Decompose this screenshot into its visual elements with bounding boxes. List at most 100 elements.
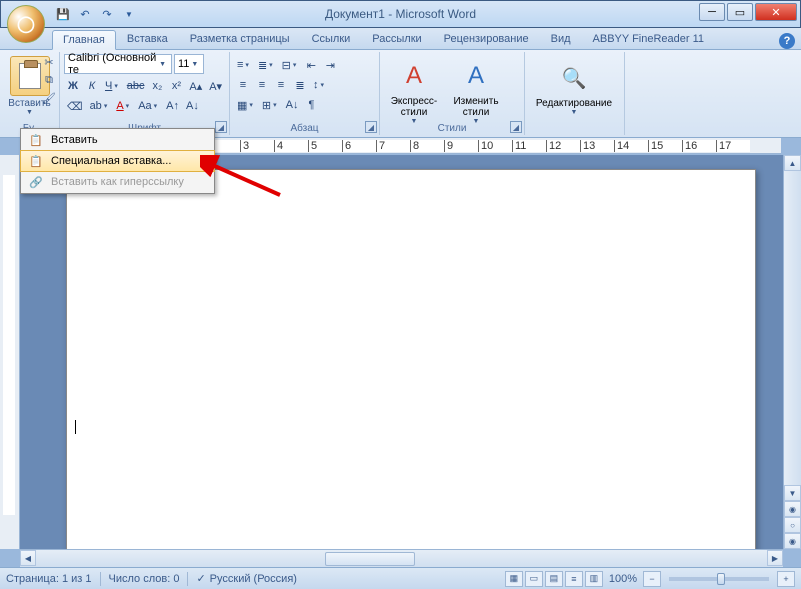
- tab-abbyy[interactable]: ABBYY FineReader 11: [582, 29, 716, 49]
- show-marks-icon[interactable]: ¶: [303, 96, 321, 114]
- group-font: Calibri (Основной те▼ 11▼ Ж К Ч▾ abc x₂ …: [60, 52, 230, 135]
- underline-button[interactable]: Ч▾: [102, 77, 123, 95]
- scroll-up-icon[interactable]: ▲: [784, 155, 801, 171]
- shrink-font2-icon[interactable]: A↓: [183, 97, 202, 115]
- format-painter-icon[interactable]: 🖌: [41, 90, 57, 106]
- tab-insert[interactable]: Вставка: [116, 29, 179, 49]
- menu-paste-special[interactable]: 📋 Специальная вставка...: [20, 150, 215, 172]
- clear-format-icon[interactable]: ⌫: [64, 97, 86, 115]
- status-page[interactable]: Страница: 1 из 1: [6, 573, 92, 585]
- indent-inc-icon[interactable]: ⇥: [321, 56, 339, 74]
- paste-dropdown-menu: 📋 Вставить 📋 Специальная вставка... 🔗 Вс…: [20, 128, 215, 194]
- vertical-scrollbar[interactable]: ▲ ▼ ◉ ○ ◉: [783, 155, 801, 549]
- editing-button[interactable]: 🔍 Редактирование ▼: [529, 58, 619, 116]
- bold-button[interactable]: Ж: [64, 77, 82, 95]
- horizontal-scrollbar[interactable]: ◀ ▶: [20, 549, 783, 567]
- page[interactable]: [66, 169, 756, 549]
- qat-customize-icon[interactable]: ▼: [119, 4, 139, 24]
- document-viewport[interactable]: [20, 155, 783, 549]
- zoom-level[interactable]: 100%: [609, 573, 637, 585]
- font-name-select[interactable]: Calibri (Основной те▼: [64, 54, 172, 74]
- view-web-icon[interactable]: ▤: [545, 571, 563, 587]
- zoom-slider[interactable]: [669, 577, 769, 581]
- paste-dropdown-arrow[interactable]: ▼: [26, 109, 33, 116]
- browse-object-icon[interactable]: ○: [784, 517, 801, 533]
- shading-button[interactable]: ▦▾: [234, 96, 258, 114]
- next-page-icon[interactable]: ◉: [784, 533, 801, 549]
- grow-font2-icon[interactable]: A↑: [163, 97, 182, 115]
- group-editing: 🔍 Редактирование ▼: [525, 52, 625, 135]
- italic-button[interactable]: К: [83, 77, 101, 95]
- zoom-thumb[interactable]: [717, 573, 725, 585]
- highlight-button[interactable]: ab▾: [87, 97, 113, 115]
- office-button[interactable]: ◯: [7, 5, 45, 43]
- view-full-screen-icon[interactable]: ▭: [525, 571, 543, 587]
- group-paragraph: ≡▾ ≣▾ ⊟▾ ⇤ ⇥ ≡ ≡ ≡ ≣ ↕▾ ▦▾ ⊞▾ A↓ ¶ Абзац…: [230, 52, 380, 135]
- proofing-icon[interactable]: ✓: [196, 572, 205, 585]
- paste-hyperlink-icon: 🔗: [25, 173, 47, 191]
- strike-button[interactable]: abc: [124, 77, 148, 95]
- qat-save-icon[interactable]: 💾: [53, 4, 73, 24]
- view-outline-icon[interactable]: ≡: [565, 571, 583, 587]
- line-spacing-icon[interactable]: ↕▾: [310, 76, 329, 94]
- font-size-select[interactable]: 11▼: [174, 54, 204, 74]
- status-words[interactable]: Число слов: 0: [109, 573, 180, 585]
- change-styles-button[interactable]: A Изменить стили ▼: [446, 56, 506, 125]
- quick-styles-button[interactable]: A Экспресс-стили ▼: [384, 56, 444, 125]
- change-case-button[interactable]: Aa▾: [135, 97, 162, 115]
- align-left-icon[interactable]: ≡: [234, 76, 252, 94]
- align-center-icon[interactable]: ≡: [253, 76, 271, 94]
- sort-icon[interactable]: A↓: [283, 96, 302, 114]
- tab-mailings[interactable]: Рассылки: [361, 29, 432, 49]
- status-language[interactable]: Русский (Россия): [210, 573, 297, 585]
- prev-page-icon[interactable]: ◉: [784, 501, 801, 517]
- multilevel-button[interactable]: ⊟▾: [279, 56, 302, 74]
- paragraph-dialog-launcher[interactable]: ◢: [365, 121, 377, 133]
- font-dialog-launcher[interactable]: ◢: [215, 121, 227, 133]
- indent-dec-icon[interactable]: ⇤: [302, 56, 320, 74]
- justify-icon[interactable]: ≣: [291, 76, 309, 94]
- scroll-down-icon[interactable]: ▼: [784, 485, 801, 501]
- subscript-button[interactable]: x₂: [148, 77, 166, 95]
- scroll-right-icon[interactable]: ▶: [767, 550, 783, 566]
- tab-layout[interactable]: Разметка страницы: [179, 29, 301, 49]
- zoom-in-button[interactable]: +: [777, 571, 795, 587]
- scroll-thumb[interactable]: [325, 552, 415, 566]
- find-icon: 🔍: [529, 58, 619, 98]
- quick-styles-icon: A: [384, 56, 444, 96]
- numbering-button[interactable]: ≣▾: [255, 56, 278, 74]
- cut-icon[interactable]: ✂: [41, 54, 57, 70]
- change-styles-icon: A: [446, 56, 506, 96]
- tab-review[interactable]: Рецензирование: [433, 29, 540, 49]
- align-right-icon[interactable]: ≡: [272, 76, 290, 94]
- help-icon[interactable]: ?: [779, 33, 795, 49]
- shrink-font-icon[interactable]: A▾: [206, 77, 225, 95]
- borders-button[interactable]: ⊞▾: [259, 96, 282, 114]
- bullets-button[interactable]: ≡▾: [234, 56, 254, 74]
- tab-view[interactable]: Вид: [540, 29, 582, 49]
- zoom-out-button[interactable]: −: [643, 571, 661, 587]
- minimize-button[interactable]: ─: [699, 3, 725, 21]
- group-styles: A Экспресс-стили ▼ A Изменить стили ▼ Ст…: [380, 52, 525, 135]
- qat-redo-icon[interactable]: ↷: [97, 4, 117, 24]
- styles-dialog-launcher[interactable]: ◢: [510, 121, 522, 133]
- menu-paste[interactable]: 📋 Вставить: [21, 129, 214, 151]
- paste-special-icon: 📋: [25, 152, 47, 170]
- view-draft-icon[interactable]: ▥: [585, 571, 603, 587]
- close-button[interactable]: ✕: [755, 3, 797, 21]
- menu-paste-hyperlink: 🔗 Вставить как гиперссылку: [21, 171, 214, 193]
- superscript-button[interactable]: x²: [167, 77, 185, 95]
- text-cursor: [75, 420, 76, 434]
- tab-home[interactable]: Главная: [52, 30, 116, 50]
- scroll-left-icon[interactable]: ◀: [20, 550, 36, 566]
- view-print-layout-icon[interactable]: ▦: [505, 571, 523, 587]
- qat-undo-icon[interactable]: ↶: [75, 4, 95, 24]
- vertical-ruler[interactable]: [0, 155, 20, 549]
- maximize-button[interactable]: ▭: [727, 3, 753, 21]
- copy-icon[interactable]: ⧉: [41, 72, 57, 88]
- group-clipboard: Вставить ▼ ✂ ⧉ 🖌 Бу: [0, 52, 60, 135]
- font-color-button[interactable]: A▾: [113, 97, 134, 115]
- status-bar: Страница: 1 из 1 Число слов: 0 ✓ Русский…: [0, 567, 801, 589]
- grow-font-icon[interactable]: A▴: [186, 77, 205, 95]
- tab-references[interactable]: Ссылки: [301, 29, 362, 49]
